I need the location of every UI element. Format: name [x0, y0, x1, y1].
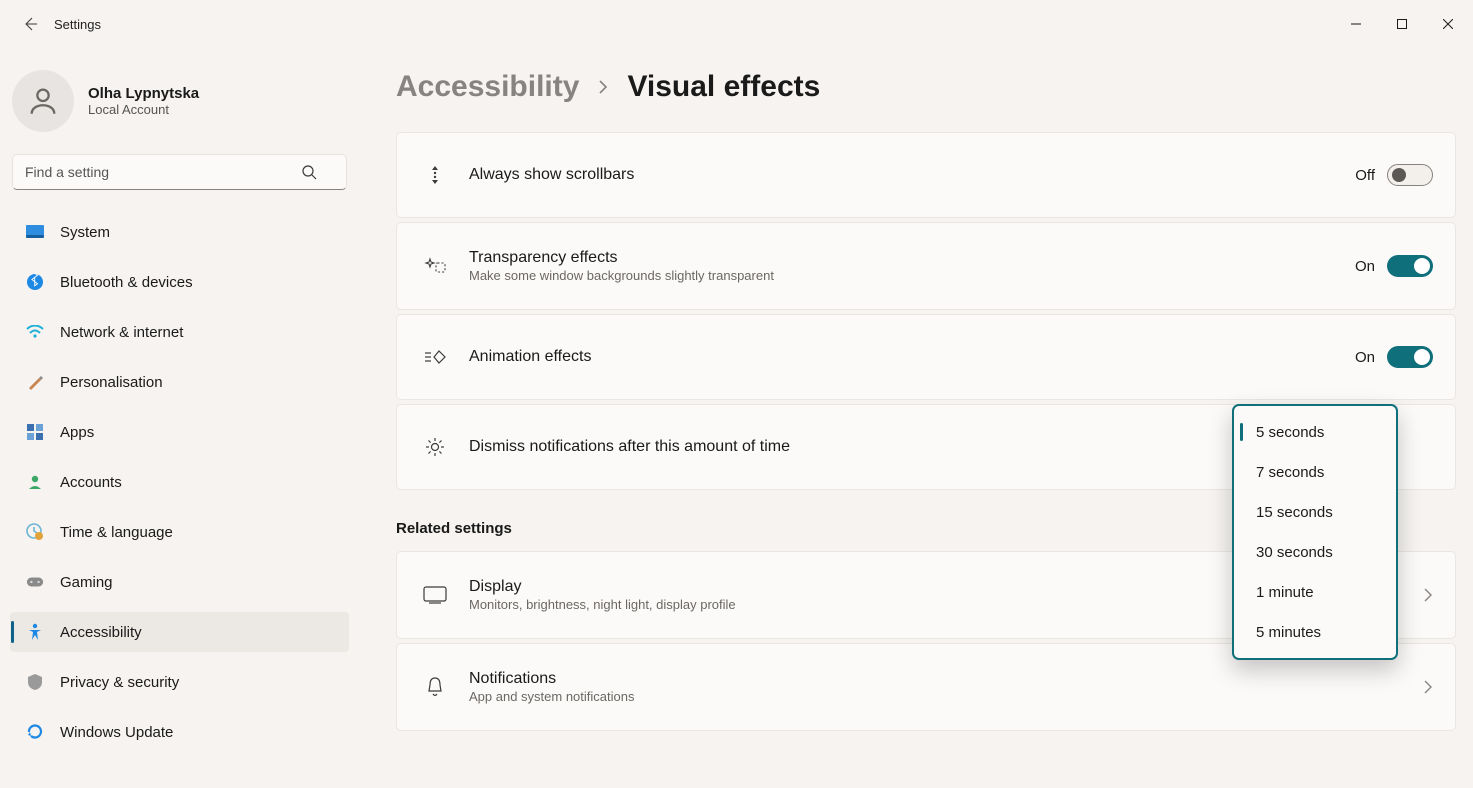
nav-accessibility[interactable]: Accessibility — [10, 612, 349, 652]
link-sub: App and system notifications — [469, 689, 1423, 704]
nav-windows-update[interactable]: Windows Update — [10, 712, 349, 752]
chevron-right-icon — [1423, 680, 1433, 694]
bell-icon — [419, 676, 451, 698]
nav-label: Network & internet — [60, 324, 183, 341]
nav-label: Bluetooth & devices — [60, 274, 193, 291]
arrow-left-icon — [22, 16, 38, 32]
nav-label: Gaming — [60, 574, 113, 591]
nav-label: Personalisation — [60, 374, 163, 391]
window-title: Settings — [54, 17, 101, 32]
dropdown-option[interactable]: 1 minute — [1234, 572, 1396, 612]
titlebar: Settings — [0, 0, 1473, 48]
setting-title: Transparency effects — [469, 249, 1355, 267]
dismiss-time-dropdown[interactable]: 5 seconds 7 seconds 15 seconds 30 second… — [1232, 404, 1398, 660]
nav-label: Windows Update — [60, 724, 173, 741]
chevron-right-icon — [597, 80, 609, 94]
brightness-icon — [419, 436, 451, 458]
clock-globe-icon — [26, 523, 44, 541]
toggle-state: Off — [1355, 167, 1375, 184]
user-block[interactable]: Olha Lypnytska Local Account — [10, 64, 349, 154]
dropdown-option[interactable]: 30 seconds — [1234, 532, 1396, 572]
toggle-state: On — [1355, 258, 1375, 275]
breadcrumb: Accessibility Visual effects — [396, 70, 1456, 104]
dropdown-option[interactable]: 15 seconds — [1234, 492, 1396, 532]
chevron-right-icon — [1423, 588, 1433, 602]
nav-label: Privacy & security — [60, 674, 179, 691]
toggle-state: On — [1355, 349, 1375, 366]
search-box[interactable] — [12, 154, 347, 190]
nav-time-language[interactable]: Time & language — [10, 512, 349, 552]
shield-icon — [26, 673, 44, 691]
apps-icon — [26, 424, 44, 440]
sparkle-icon — [419, 256, 451, 276]
transparency-toggle[interactable] — [1387, 255, 1433, 277]
nav-label: Apps — [60, 424, 94, 441]
breadcrumb-current: Visual effects — [627, 70, 820, 104]
window-controls — [1333, 8, 1471, 40]
maximize-button[interactable] — [1379, 8, 1425, 40]
close-button[interactable] — [1425, 8, 1471, 40]
paintbrush-icon — [26, 373, 44, 391]
dropdown-option[interactable]: 5 seconds — [1234, 412, 1396, 452]
setting-scrollbars[interactable]: Always show scrollbars Off — [396, 132, 1456, 218]
nav-label: System — [60, 224, 110, 241]
setting-title: Always show scrollbars — [469, 166, 1355, 184]
scrollbars-toggle[interactable] — [1387, 164, 1433, 186]
user-name: Olha Lypnytska — [88, 85, 199, 102]
sidebar: Olha Lypnytska Local Account System Blue… — [0, 48, 359, 788]
dropdown-option[interactable]: 5 minutes — [1234, 612, 1396, 652]
back-button[interactable] — [12, 6, 48, 42]
breadcrumb-parent[interactable]: Accessibility — [396, 70, 579, 104]
minimize-button[interactable] — [1333, 8, 1379, 40]
close-icon — [1443, 19, 1453, 29]
bluetooth-icon — [26, 274, 44, 290]
setting-title: Animation effects — [469, 348, 1355, 366]
link-title: Notifications — [469, 670, 1423, 688]
setting-transparency[interactable]: Transparency effects Make some window ba… — [396, 222, 1456, 310]
main-content: Accessibility Visual effects Always show… — [359, 48, 1473, 788]
wifi-icon — [26, 325, 44, 339]
nav-privacy[interactable]: Privacy & security — [10, 662, 349, 702]
nav-system[interactable]: System — [10, 212, 349, 252]
display-icon — [419, 586, 451, 604]
scrollbars-icon — [419, 164, 451, 186]
nav-gaming[interactable]: Gaming — [10, 562, 349, 602]
person-icon — [26, 84, 60, 118]
system-icon — [26, 225, 44, 239]
nav-bluetooth[interactable]: Bluetooth & devices — [10, 262, 349, 302]
nav-personalisation[interactable]: Personalisation — [10, 362, 349, 402]
nav-label: Accessibility — [60, 624, 142, 641]
gamepad-icon — [26, 575, 44, 589]
nav-label: Time & language — [60, 524, 173, 541]
nav-network[interactable]: Network & internet — [10, 312, 349, 352]
maximize-icon — [1397, 19, 1407, 29]
setting-sub: Make some window backgrounds slightly tr… — [469, 268, 1355, 283]
animation-icon — [419, 348, 451, 366]
nav-label: Accounts — [60, 474, 122, 491]
nav-accounts[interactable]: Accounts — [10, 462, 349, 502]
minimize-icon — [1351, 19, 1361, 29]
setting-animation[interactable]: Animation effects On — [396, 314, 1456, 400]
dropdown-option[interactable]: 7 seconds — [1234, 452, 1396, 492]
nav-apps[interactable]: Apps — [10, 412, 349, 452]
accessibility-icon — [26, 623, 44, 641]
search-input[interactable] — [12, 154, 347, 190]
user-sub: Local Account — [88, 102, 199, 117]
avatar — [12, 70, 74, 132]
animation-toggle[interactable] — [1387, 346, 1433, 368]
update-icon — [26, 723, 44, 741]
accounts-icon — [26, 474, 44, 490]
